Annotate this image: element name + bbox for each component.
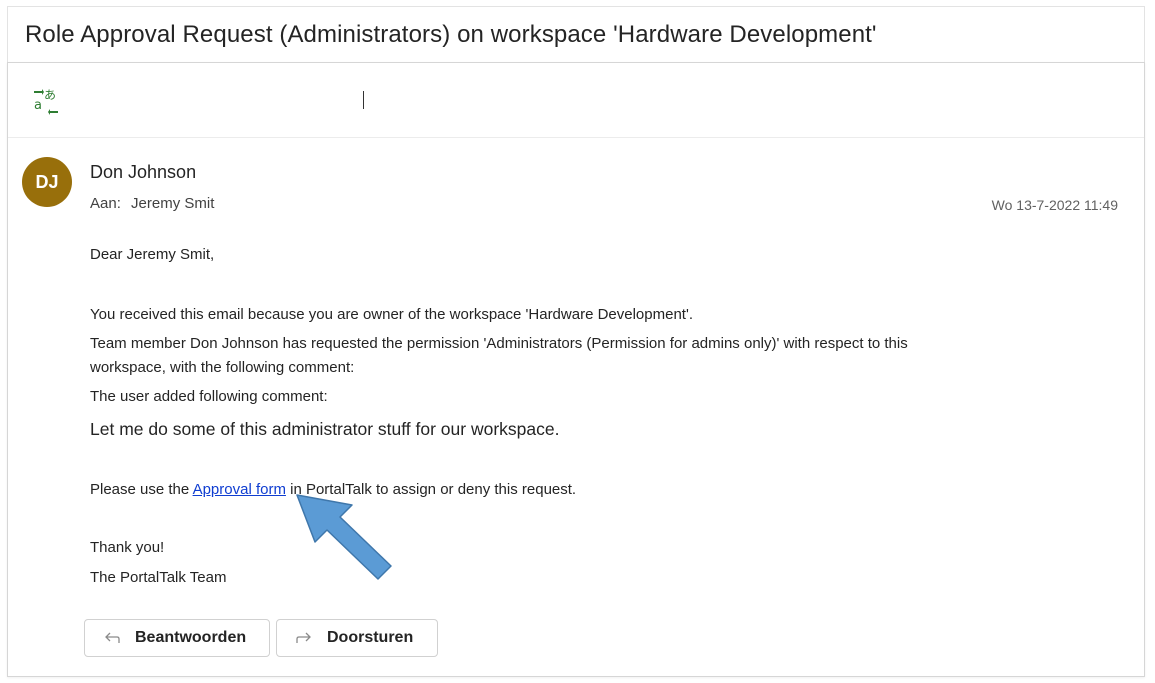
recipient-line: Aan: Jeremy Smit xyxy=(90,195,214,212)
message-pane: a あ DJ Don Johnson Aan: Jeremy Smit Wo 1… xyxy=(7,62,1145,677)
body-line-request-cont: workspace, with the following comment: xyxy=(90,359,355,376)
reply-label: Beantwoorden xyxy=(135,629,247,646)
forward-button[interactable]: Doorsturen xyxy=(276,619,438,657)
body-line-owner: You received this email because you are … xyxy=(90,306,693,323)
signature: The PortalTalk Team xyxy=(90,569,227,586)
body-line-comment-intro: The user added following comment: xyxy=(90,388,328,405)
email-subject: Role Approval Request (Administrators) o… xyxy=(25,21,877,48)
forward-label: Doorsturen xyxy=(327,629,414,646)
sender-name[interactable]: Don Johnson xyxy=(90,162,196,183)
user-comment: Let me do some of this administrator stu… xyxy=(90,419,560,439)
approval-form-link[interactable]: Approval form xyxy=(193,481,286,498)
text-cursor xyxy=(363,91,364,109)
translate-icon[interactable]: a あ xyxy=(31,85,61,115)
sent-date: Wo 13-7-2022 11:49 xyxy=(991,197,1118,213)
reply-button[interactable]: Beantwoorden xyxy=(84,619,270,657)
recipient-name[interactable]: Jeremy Smit xyxy=(131,195,214,212)
subject-bar: Role Approval Request (Administrators) o… xyxy=(7,6,1145,62)
approval-prefix: Please use the xyxy=(90,481,193,498)
forward-arrow-icon xyxy=(296,632,311,643)
svg-text:あ: あ xyxy=(44,88,56,102)
pointer-arrow-annotation xyxy=(296,494,392,580)
thanks-line: Thank you! xyxy=(90,539,165,556)
translate-bar: a あ xyxy=(8,63,1144,138)
body-line-request: Team member Don Johnson has requested th… xyxy=(90,335,908,352)
avatar[interactable]: DJ xyxy=(22,157,72,207)
svg-text:a: a xyxy=(34,98,42,113)
reply-arrow-icon xyxy=(105,632,120,643)
greeting: Dear Jeremy Smit, xyxy=(90,246,215,263)
to-label: Aan: xyxy=(90,195,121,212)
